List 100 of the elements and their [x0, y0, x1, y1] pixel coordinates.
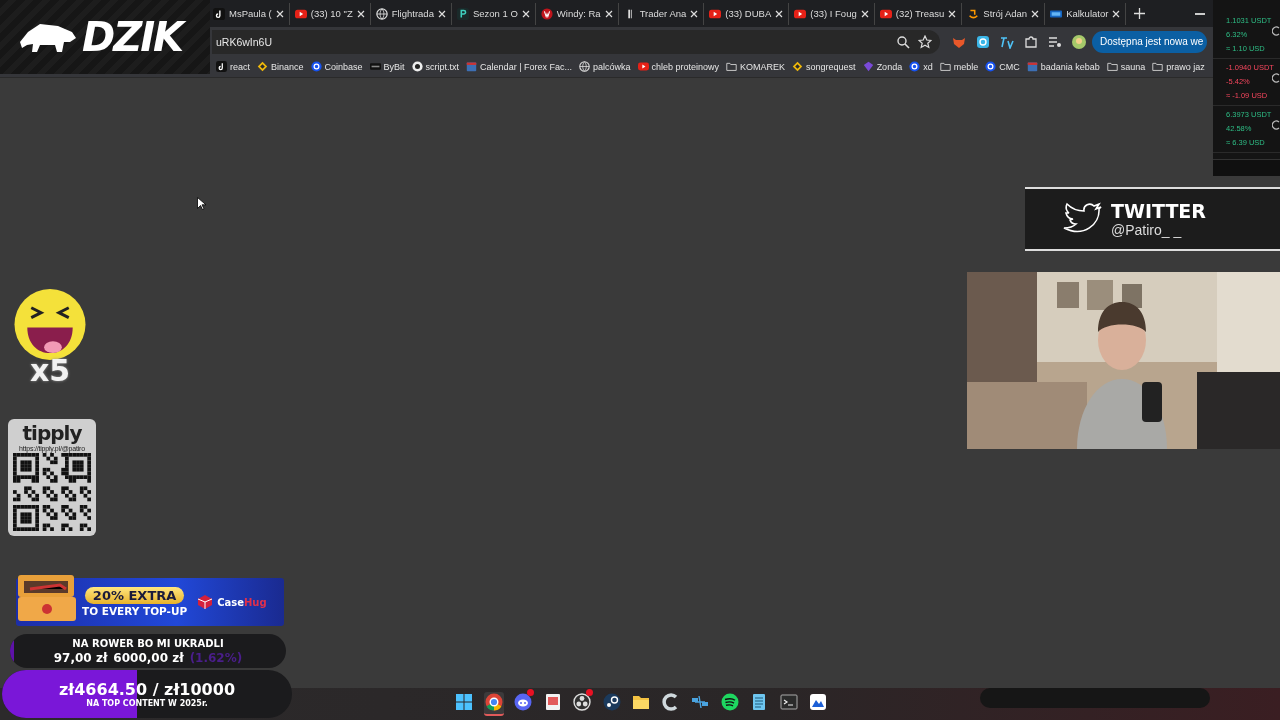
bookmark[interactable]: Calendar | Forex Fac... [466, 61, 572, 72]
bookmark[interactable]: chleb proteinowy [637, 61, 720, 72]
new-tab-icon[interactable] [1134, 8, 1146, 19]
close-icon[interactable] [604, 9, 613, 18]
close-icon[interactable] [521, 9, 530, 18]
obs-app-icon [572, 692, 592, 712]
bookmark[interactable]: Zonda [862, 61, 903, 72]
tab-favicon-icon [709, 7, 722, 20]
browser-tab[interactable]: (32) Treasu [874, 2, 963, 25]
bookmark-favicon-icon [1152, 61, 1164, 72]
tab-favicon-icon [375, 7, 388, 20]
browser-tab[interactable]: (33) I Foug [789, 2, 875, 25]
close-icon[interactable] [775, 9, 784, 18]
bookmark[interactable]: palcówka [579, 61, 631, 72]
bookmark[interactable]: ByBit [369, 61, 405, 72]
bookmark[interactable]: script.txt [411, 61, 460, 72]
browser-tab[interactable]: Trader Ana [618, 2, 705, 25]
share-icon[interactable] [1272, 73, 1280, 83]
bookmark[interactable]: badania kebab [1026, 61, 1100, 72]
discord-app-icon [513, 692, 533, 712]
bookmark-favicon-icon [411, 61, 423, 72]
browser-tab[interactable]: (33) 10 "Z [289, 2, 371, 25]
bookmark-favicon-icon [466, 61, 478, 72]
close-icon[interactable] [356, 9, 365, 18]
multiplier-text: x5 [29, 353, 71, 388]
goal-percent: (1.62%) [189, 650, 243, 665]
bookmark[interactable]: Coinbase [310, 61, 363, 72]
bookmark[interactable]: KOMAREK [726, 61, 786, 72]
spotify-app-icon [719, 692, 740, 712]
close-icon[interactable] [690, 9, 699, 18]
share-icon[interactable] [1272, 120, 1280, 130]
cube-icon [197, 594, 214, 610]
brand-wordmark: CaseHug [217, 596, 267, 608]
close-icon[interactable] [1112, 9, 1121, 18]
bookmark-favicon-icon [792, 61, 804, 72]
bookmark-favicon-icon [909, 61, 921, 72]
extension-icon[interactable] [976, 34, 990, 49]
search-icon[interactable] [896, 34, 910, 49]
browser-tab[interactable]: (33) DUBA [704, 2, 790, 25]
bookmark[interactable]: react [216, 61, 250, 72]
browser-tab[interactable]: Windy: Ra [535, 2, 619, 25]
close-icon[interactable] [1031, 9, 1040, 18]
bookmark-favicon-icon [726, 61, 738, 72]
tab-favicon-icon [967, 7, 980, 20]
promo-headline: 20% EXTRA [84, 587, 185, 604]
browser-tab[interactable]: Flightrada [370, 2, 452, 25]
laughing-face-icon [13, 288, 87, 361]
bookmark[interactable]: Binance [257, 61, 304, 72]
qr-code-icon [13, 453, 91, 531]
close-icon[interactable] [948, 9, 957, 18]
puzzle-icon[interactable] [1024, 34, 1038, 49]
browser-tab[interactable]: Strój Adan [962, 2, 1046, 25]
bookmark-favicon-icon [637, 61, 649, 72]
address-field[interactable]: uRK6wIn6U [212, 29, 940, 54]
taskbar-app-button[interactable] [483, 692, 504, 716]
bookmark[interactable]: xd [909, 61, 933, 72]
bookmark[interactable]: songrequest [792, 61, 856, 72]
media-queue-icon[interactable] [1048, 34, 1062, 49]
bookmark-favicon-icon [310, 61, 322, 72]
bookmark-favicon-icon [257, 61, 268, 72]
browser-tab[interactable]: Kalkulator [1045, 2, 1127, 25]
bookmark-favicon-icon [985, 61, 997, 72]
minimize-icon[interactable] [1195, 12, 1206, 15]
terminal-app-icon [778, 692, 799, 712]
promo-subline: TO EVERY TOP-UP [82, 605, 188, 617]
translate-icon[interactable] [1000, 34, 1014, 49]
cursor-icon [197, 197, 206, 210]
twitter-handle: @Patiro_ _ [1111, 222, 1183, 238]
mountain-app-icon [808, 692, 828, 712]
close-icon[interactable] [275, 9, 284, 18]
bookmark-favicon-icon [369, 61, 381, 72]
tab-favicon-icon [213, 7, 225, 20]
bookmark-favicon-icon [216, 61, 227, 72]
bookmark-favicon-icon [579, 61, 590, 72]
star-icon[interactable] [918, 34, 932, 49]
bookmark[interactable]: CMC [985, 61, 1020, 72]
bookmark[interactable]: meble [939, 61, 979, 72]
chrome-app-icon [483, 692, 504, 712]
tab-favicon-icon [540, 7, 553, 20]
close-icon[interactable] [860, 9, 869, 18]
tab-favicon-icon [794, 7, 807, 20]
goal-raised: 97,00 zł [53, 650, 108, 665]
tab-favicon-icon [294, 7, 307, 20]
update-button[interactable]: Dostępna jest nowa we [1092, 30, 1208, 53]
bookmark[interactable]: sauna [1106, 61, 1146, 72]
bookmark-favicon-icon [1106, 61, 1118, 72]
bookmark-favicon-icon [1026, 61, 1038, 72]
goal-title: NA ROWER BO MI UKRADLI [72, 637, 224, 649]
bookmark-favicon-icon [862, 61, 874, 72]
share-icon[interactable] [1272, 26, 1280, 36]
tab-favicon-icon [456, 7, 469, 20]
profile-avatar-icon[interactable] [1072, 34, 1086, 49]
tipply-logo: tipply [22, 421, 82, 445]
tab-favicon-icon [879, 7, 892, 20]
browser-tab[interactable]: Sezon 1 O [451, 2, 536, 25]
windows-app-icon [454, 692, 474, 712]
bookmark-favicon-icon [939, 61, 951, 72]
steam-app-icon [601, 692, 622, 712]
bookmark[interactable]: prawo jaz [1152, 61, 1205, 72]
close-icon[interactable] [437, 9, 446, 18]
